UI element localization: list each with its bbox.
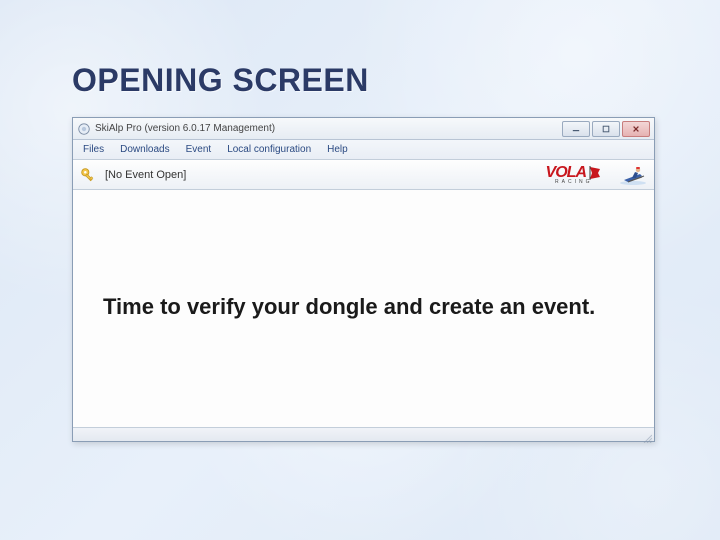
skier-icon — [618, 164, 648, 186]
instruction-text: Time to verify your dongle and create an… — [103, 293, 624, 321]
menu-help[interactable]: Help — [319, 142, 356, 157]
vola-logo: VOLA RACING — [546, 165, 602, 185]
content-area: Time to verify your dongle and create an… — [73, 190, 654, 427]
toolbar: [No Event Open] VOLA RACING — [73, 160, 654, 190]
menu-bar: Files Downloads Event Local configuratio… — [73, 140, 654, 160]
window-title: SkiAlp Pro (version 6.0.17 Management) — [95, 123, 275, 134]
minimize-button[interactable] — [562, 121, 590, 137]
close-button[interactable] — [622, 121, 650, 137]
menu-files[interactable]: Files — [75, 142, 112, 157]
event-status-label: [No Event Open] — [105, 169, 186, 181]
page-heading: OPENING SCREEN — [72, 62, 369, 99]
status-bar — [73, 427, 654, 441]
logo-sub-text: RACING — [555, 180, 592, 185]
menu-local-configuration[interactable]: Local configuration — [219, 142, 319, 157]
title-bar: SkiAlp Pro (version 6.0.17 Management) — [73, 118, 654, 140]
resize-grip-icon[interactable] — [642, 430, 652, 440]
menu-event[interactable]: Event — [178, 142, 220, 157]
key-icon[interactable] — [79, 166, 97, 184]
flag-icon — [588, 166, 602, 180]
app-icon — [77, 122, 91, 136]
maximize-button[interactable] — [592, 121, 620, 137]
menu-downloads[interactable]: Downloads — [112, 142, 177, 157]
app-window: SkiAlp Pro (version 6.0.17 Management) F… — [72, 117, 655, 442]
window-buttons — [560, 121, 650, 137]
